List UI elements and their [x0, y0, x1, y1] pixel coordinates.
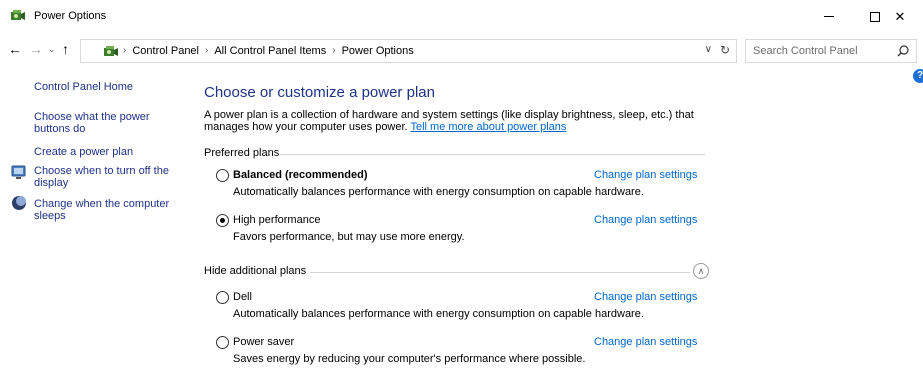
- plan-name[interactable]: Balanced (recommended): [233, 169, 367, 181]
- breadcrumb-power-options[interactable]: Power Options: [342, 45, 414, 57]
- plan-description: Saves energy by reducing your computer's…: [233, 353, 586, 365]
- change-plan-settings-link[interactable]: Change plan settings: [594, 169, 697, 181]
- plan-description: Favors performance, but may use more ene…: [233, 231, 465, 243]
- plan-radio-dell[interactable]: [216, 291, 229, 304]
- minimize-icon: [824, 16, 834, 17]
- plan-radio-power-saver[interactable]: [216, 336, 229, 349]
- divider: [279, 154, 705, 155]
- minimize-button[interactable]: [806, 0, 852, 33]
- navigation-bar: ← → ⌄ ↑ › Control Panel › All Control Pa…: [0, 36, 923, 66]
- breadcrumb-separator: ›: [205, 45, 209, 56]
- preferred-plans-header: Preferred plans: [204, 147, 280, 159]
- window-title: Power Options: [34, 10, 107, 22]
- page-title: Choose or customize a power plan: [204, 84, 435, 101]
- hide-additional-plans-header[interactable]: Hide additional plans: [204, 265, 306, 277]
- power-options-icon: [104, 46, 118, 56]
- refresh-icon[interactable]: ↻: [720, 43, 730, 57]
- search-icon[interactable]: [896, 44, 910, 58]
- breadcrumb: › Control Panel › All Control Panel Item…: [123, 45, 414, 57]
- chevron-up-icon[interactable]: ∧: [693, 263, 709, 279]
- change-plan-settings-link[interactable]: Change plan settings: [594, 214, 697, 226]
- breadcrumb-separator: ›: [332, 45, 336, 56]
- up-button[interactable]: ↑: [62, 41, 69, 57]
- tell-me-more-link[interactable]: Tell me more about power plans: [410, 121, 566, 133]
- search-placeholder: Search Control Panel: [753, 45, 858, 57]
- breadcrumb-all-items[interactable]: All Control Panel Items: [214, 45, 326, 57]
- search-input[interactable]: Search Control Panel: [745, 39, 917, 63]
- recent-locations-button[interactable]: ⌄: [48, 44, 56, 55]
- monitor-icon: [11, 165, 26, 179]
- sidebar-item-create-plan[interactable]: Create a power plan: [34, 146, 133, 158]
- plan-name[interactable]: Power saver: [233, 336, 294, 348]
- close-button[interactable]: ✕: [877, 0, 923, 33]
- plan-name[interactable]: Dell: [233, 291, 252, 303]
- chevron-down-icon[interactable]: ∨: [705, 44, 712, 55]
- change-plan-settings-link[interactable]: Change plan settings: [594, 336, 697, 348]
- plan-name[interactable]: High performance: [233, 214, 320, 226]
- divider: [310, 272, 690, 273]
- plan-description: Automatically balances performance with …: [233, 186, 644, 198]
- moon-icon: [12, 196, 26, 210]
- breadcrumb-separator: ›: [123, 45, 127, 56]
- change-plan-settings-link[interactable]: Change plan settings: [594, 291, 697, 303]
- sidebar-item-turn-off-display[interactable]: Choose when to turn off the display: [34, 165, 174, 189]
- title-bar: Power Options ✕: [0, 0, 923, 33]
- page-description: A power plan is a collection of hardware…: [204, 109, 724, 133]
- help-icon[interactable]: ?: [913, 69, 923, 83]
- sidebar-item-computer-sleeps[interactable]: Change when the computer sleeps: [34, 198, 174, 222]
- sidebar-item-control-panel-home[interactable]: Control Panel Home: [34, 81, 133, 93]
- plan-radio-balanced[interactable]: [216, 169, 229, 182]
- breadcrumb-control-panel[interactable]: Control Panel: [132, 45, 199, 57]
- power-options-icon: [11, 10, 25, 20]
- plan-radio-high-performance[interactable]: [216, 214, 229, 227]
- forward-button[interactable]: →: [29, 41, 43, 57]
- address-bar[interactable]: › Control Panel › All Control Panel Item…: [80, 39, 737, 63]
- sidebar-item-power-buttons[interactable]: Choose what the power buttons do: [34, 111, 164, 135]
- plan-description: Automatically balances performance with …: [233, 308, 644, 320]
- close-icon: ✕: [894, 8, 906, 24]
- back-button[interactable]: ←: [8, 41, 22, 57]
